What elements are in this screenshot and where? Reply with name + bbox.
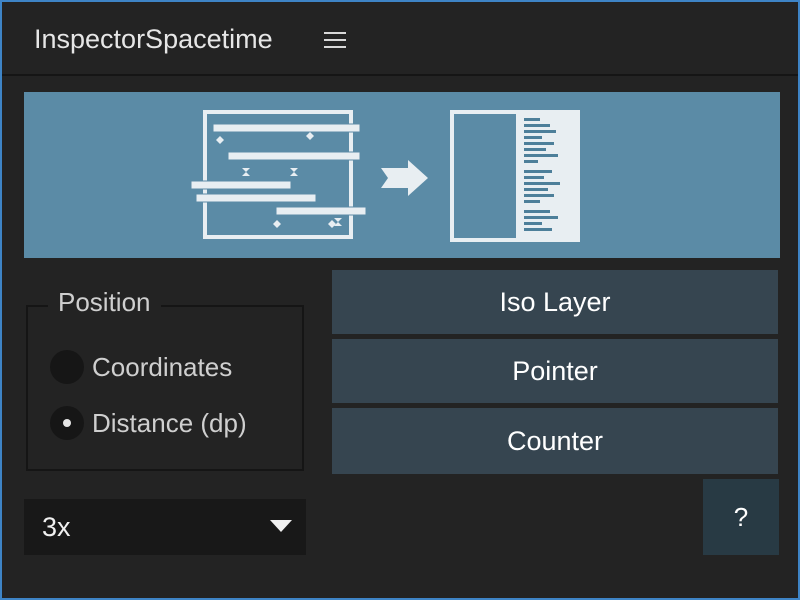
radio-distance[interactable] (50, 406, 84, 440)
position-group: Position Coordinates Distance (dp) (26, 287, 304, 471)
coordinates-option[interactable]: Coordinates (50, 347, 232, 387)
coordinates-label: Coordinates (92, 351, 233, 382)
inspector-spacetime-panel: InspectorSpacetime Position Coordinates … (0, 0, 800, 600)
triangle-down-icon (270, 520, 292, 532)
timeline-to-spec-illustration (190, 110, 580, 242)
scale-dropdown[interactable]: 3x (24, 499, 306, 555)
distance-label: Distance (dp) (92, 407, 247, 438)
counter-button[interactable]: Counter (332, 408, 778, 474)
position-legend: Position (48, 287, 161, 318)
pointer-button[interactable]: Pointer (332, 339, 778, 405)
panel-title: InspectorSpacetime (34, 24, 273, 54)
iso-layer-button[interactable]: Iso Layer (332, 270, 778, 336)
hamburger-menu-icon[interactable] (324, 30, 348, 50)
scale-value: 3x (42, 512, 71, 542)
distance-option[interactable]: Distance (dp) (50, 403, 247, 443)
radio-coordinates[interactable] (50, 350, 84, 384)
help-button[interactable]: ? (703, 479, 779, 555)
panel-header: InspectorSpacetime (2, 2, 798, 76)
header-banner (24, 92, 780, 258)
